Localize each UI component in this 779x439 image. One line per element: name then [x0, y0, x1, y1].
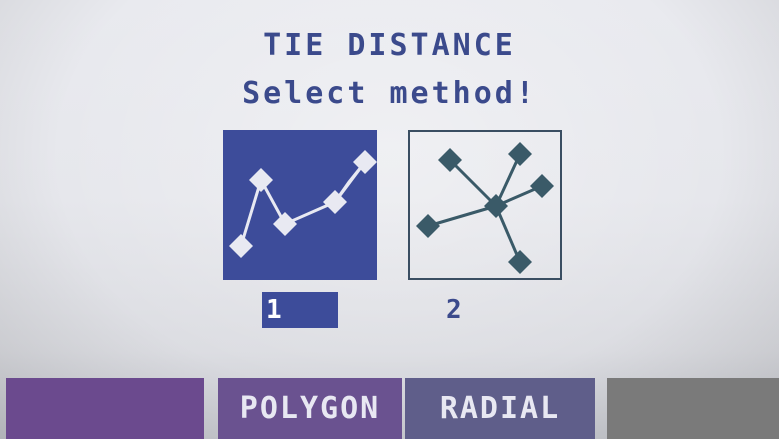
softkey-f4-button[interactable] — [607, 378, 779, 439]
method-number-1-selected[interactable]: 1 — [262, 292, 338, 328]
instrument-display: TIE DISTANCE Select method! 1 2 POLYGON … — [0, 0, 779, 439]
softkey-radial-button[interactable]: RADIAL — [405, 378, 595, 439]
method-number-2[interactable]: 2 — [446, 292, 486, 328]
method-option-radial[interactable] — [408, 130, 562, 280]
screen-glare — [0, 0, 779, 439]
softkey-polygon-button[interactable]: POLYGON — [218, 378, 402, 439]
radial-network-icon — [416, 142, 554, 274]
polygon-traverse-icon — [229, 150, 377, 258]
screen-title: TIE DISTANCE — [263, 28, 516, 63]
softkey-f1-button[interactable] — [6, 378, 204, 439]
method-option-polygon[interactable] — [223, 130, 377, 280]
softkey-bar: POLYGON RADIAL — [0, 378, 779, 439]
screen-subtitle: Select method! — [242, 76, 537, 111]
